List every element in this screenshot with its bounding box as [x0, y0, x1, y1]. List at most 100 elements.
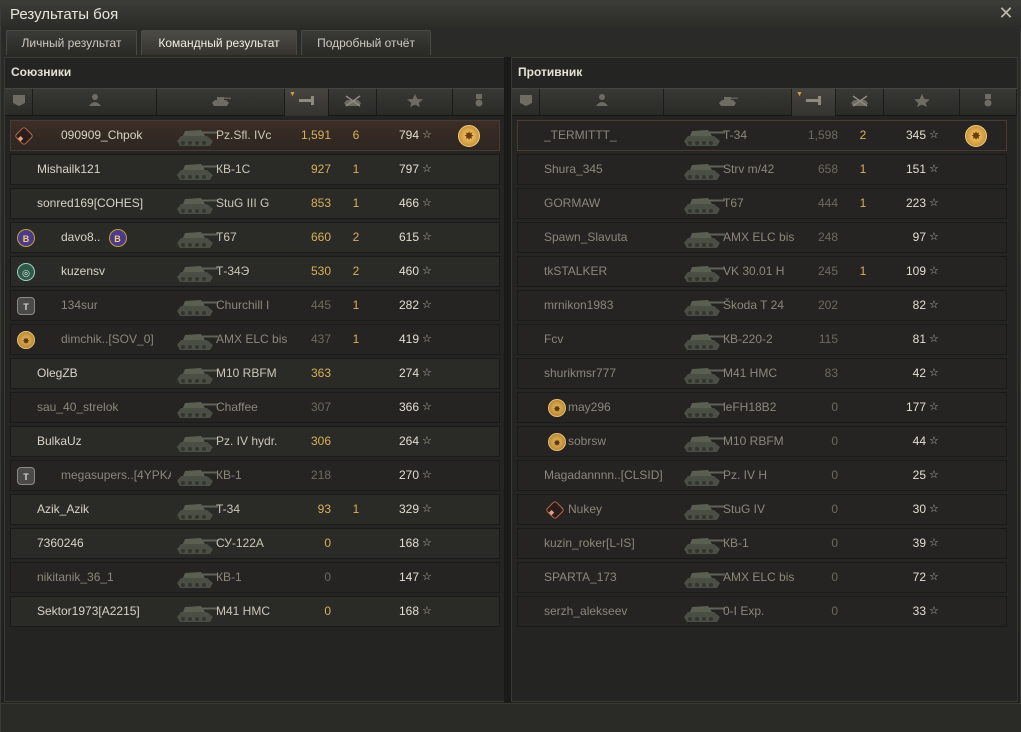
tank-icon	[173, 191, 219, 216]
enemies-player-row[interactable]: ✸ may296 leFH18B2 0 177 ☆	[517, 392, 1007, 423]
xp-value: 615	[398, 230, 419, 244]
xp-value: 419	[398, 332, 419, 346]
player-name: 7360246	[37, 536, 84, 550]
player-name: _TERMITTT_	[544, 128, 617, 142]
damage-value: 245	[817, 264, 838, 278]
allies-player-row[interactable]: Azik_Azik T-34 93 1 329 ☆	[10, 494, 500, 525]
kills-column-icon	[850, 93, 870, 112]
tab-detailed-report[interactable]: Подробный отчёт	[301, 30, 431, 55]
allies-player-row[interactable]: ✸ dimchik..[SOV_0] AMX ELC bis 437 1 419 ☆	[10, 324, 500, 355]
allies-player-row[interactable]: Sektor1973[A2215] M41 HMC 0 168 ☆	[10, 596, 500, 627]
close-icon[interactable]: ✕	[996, 3, 1016, 23]
allies-shield-badge-icon: T	[17, 467, 35, 485]
enemies-player-row[interactable]: GORMAW T67 444 1 223 ☆	[517, 188, 1007, 219]
xp-value: 151	[905, 162, 926, 176]
kills-value: 1	[352, 502, 360, 516]
tank-icon	[173, 225, 219, 250]
allies-player-column-header[interactable]	[33, 89, 157, 116]
kills-value: 6	[352, 128, 360, 142]
damage-value: 0	[324, 604, 331, 618]
xp-value: 97	[912, 230, 926, 244]
enemies-medal-column-header[interactable]	[960, 89, 1017, 116]
allies-player-row[interactable]: nikitanik_36_1 КВ-1 0 147 ☆	[10, 562, 500, 593]
allies-player-row[interactable]: Bdavo8.. B T67 660 2 615 ☆	[10, 222, 500, 253]
allies-player-row[interactable]: Tmegasupers..[4YPKA] КВ-1 218 270 ☆	[10, 460, 500, 491]
damage-value: 1,591	[300, 128, 331, 142]
xp-column-icon	[405, 93, 425, 112]
allies-player-row[interactable]: sau_40_strelok Chaffee 307 366 ☆	[10, 392, 500, 423]
allies-badge-column-header[interactable]	[5, 89, 33, 116]
allies-player-row[interactable]: BulkaUz Pz. IV hydr. 306 264 ☆	[10, 426, 500, 457]
allies-kills-column-header[interactable]	[329, 89, 377, 116]
tank-column-icon	[211, 93, 231, 112]
tank-column-icon	[718, 93, 738, 112]
enemies-player-row[interactable]: Fcv КВ-220-2 115 81 ☆	[517, 324, 1007, 355]
damage-value: 306	[310, 434, 331, 448]
allies-diamond-badge-icon: ◆	[14, 126, 34, 146]
enemies-player-row[interactable]: tkSTALKER VK 30.01 H 245 1 109 ☆	[517, 256, 1007, 287]
damage-value: 0	[831, 604, 838, 618]
kills-value: 1	[352, 196, 360, 210]
allies-player-row[interactable]: 7360246 СУ-122А 0 168 ☆	[10, 528, 500, 559]
allies-xp-column-header[interactable]	[377, 89, 453, 116]
tank-icon	[680, 497, 726, 522]
player-name: GORMAW	[544, 196, 601, 210]
allies-player-row[interactable]: ◆ 090909_Chpok Pz.Sfl. IVc 1,591 6 794 ☆ ✸	[10, 120, 500, 151]
player-name: may296	[568, 400, 611, 414]
player-name: shurikmsr777	[544, 366, 617, 380]
enemies-medal-badge-icon: ✸	[548, 433, 566, 451]
enemies-tank-column-header[interactable]	[664, 89, 792, 116]
tank-icon	[680, 361, 726, 386]
kills-value	[341, 427, 371, 456]
sort-descending-icon: ▼	[796, 91, 803, 98]
enemies-kills-column-header[interactable]	[836, 89, 884, 116]
enemies-player-row[interactable]: serzh_alekseev 0-I Exp. 0 33 ☆	[517, 596, 1007, 627]
tab-personal-result[interactable]: Личный результат	[6, 30, 137, 55]
xp-value: 282	[398, 298, 419, 312]
kills-value	[848, 495, 878, 524]
badge-column-icon	[516, 93, 536, 112]
title-bar[interactable]: Результаты боя ✕	[1, 1, 1021, 29]
enemies-player-row[interactable]: SPARTA_173 AMX ELC bis 0 72 ☆	[517, 562, 1007, 593]
allies-player-row[interactable]: sonred169[COHES] StuG III G 853 1 466 ☆	[10, 188, 500, 219]
tank-icon	[680, 327, 726, 352]
allies-medal-column-header[interactable]	[453, 89, 505, 116]
allies-player-row[interactable]: ◎ kuzensv Т-34Э 530 2 460 ☆	[10, 256, 500, 287]
kills-value	[848, 597, 878, 626]
allies-player-row[interactable]: T 134sur Churchill I 445 1 282 ☆	[10, 290, 500, 321]
enemies-player-row[interactable]: Spawn_Slavuta AMX ELC bis 248 97 ☆	[517, 222, 1007, 253]
player-name: dimchik..[SOV_0]	[61, 332, 154, 346]
enemies-player-row[interactable]: Shura_345 Strv m/42 658 1 151 ☆	[517, 154, 1007, 185]
enemies-player-row[interactable]: _TERMITTT_ T-34 1,598 2 345 ☆ ✸	[517, 120, 1007, 151]
enemies-player-row[interactable]: ◆ Nukey StuG IV 0 30 ☆	[517, 494, 1007, 525]
window-title: Результаты боя	[10, 6, 119, 23]
enemies-player-row[interactable]: ✸ sobrsw M10 RBFM 0 44 ☆	[517, 426, 1007, 457]
enemies-player-row[interactable]: shurikmsr777 M41 HMC 83 42 ☆	[517, 358, 1007, 389]
tank-icon	[680, 599, 726, 624]
tab-team-result[interactable]: Командный результат	[141, 30, 297, 55]
kills-value: 1	[859, 196, 867, 210]
enemies-player-row[interactable]: kuzin_roker[L-IS] КВ-1 0 39 ☆	[517, 528, 1007, 559]
allies-player-row[interactable]: OlegZB M10 RBFM 363 274 ☆	[10, 358, 500, 389]
enemies-player-row[interactable]: Magadannnn..[CLSID] Pz. IV H 0 25 ☆	[517, 460, 1007, 491]
xp-value: 345	[905, 128, 926, 142]
player-name: Magadannnn..[CLSID]	[544, 468, 663, 482]
xp-value: 33	[912, 604, 926, 618]
tank-icon	[680, 191, 726, 216]
enemies-player-row[interactable]: mrnikon1983 Škoda T 24 202 82 ☆	[517, 290, 1007, 321]
allies-damage-column-header[interactable]: ▼	[285, 89, 329, 116]
player-name: Mishailk121	[37, 162, 101, 176]
allies-player-row[interactable]: Mishailk121 КВ-1С 927 1 797 ☆	[10, 154, 500, 185]
enemies-badge-column-header[interactable]	[512, 89, 540, 116]
enemies-player-column-header[interactable]	[540, 89, 664, 116]
medal-column-icon	[469, 93, 489, 112]
allies-tank-column-header[interactable]	[157, 89, 285, 116]
tank-icon	[173, 259, 219, 284]
enemies-damage-column-header[interactable]: ▼	[792, 89, 836, 116]
kills-value	[341, 597, 371, 626]
player-name: OlegZB	[37, 366, 78, 380]
xp-value: 42	[912, 366, 926, 380]
player-name: sobrsw	[568, 434, 607, 448]
xp-value: 72	[912, 570, 926, 584]
enemies-xp-column-header[interactable]	[884, 89, 960, 116]
